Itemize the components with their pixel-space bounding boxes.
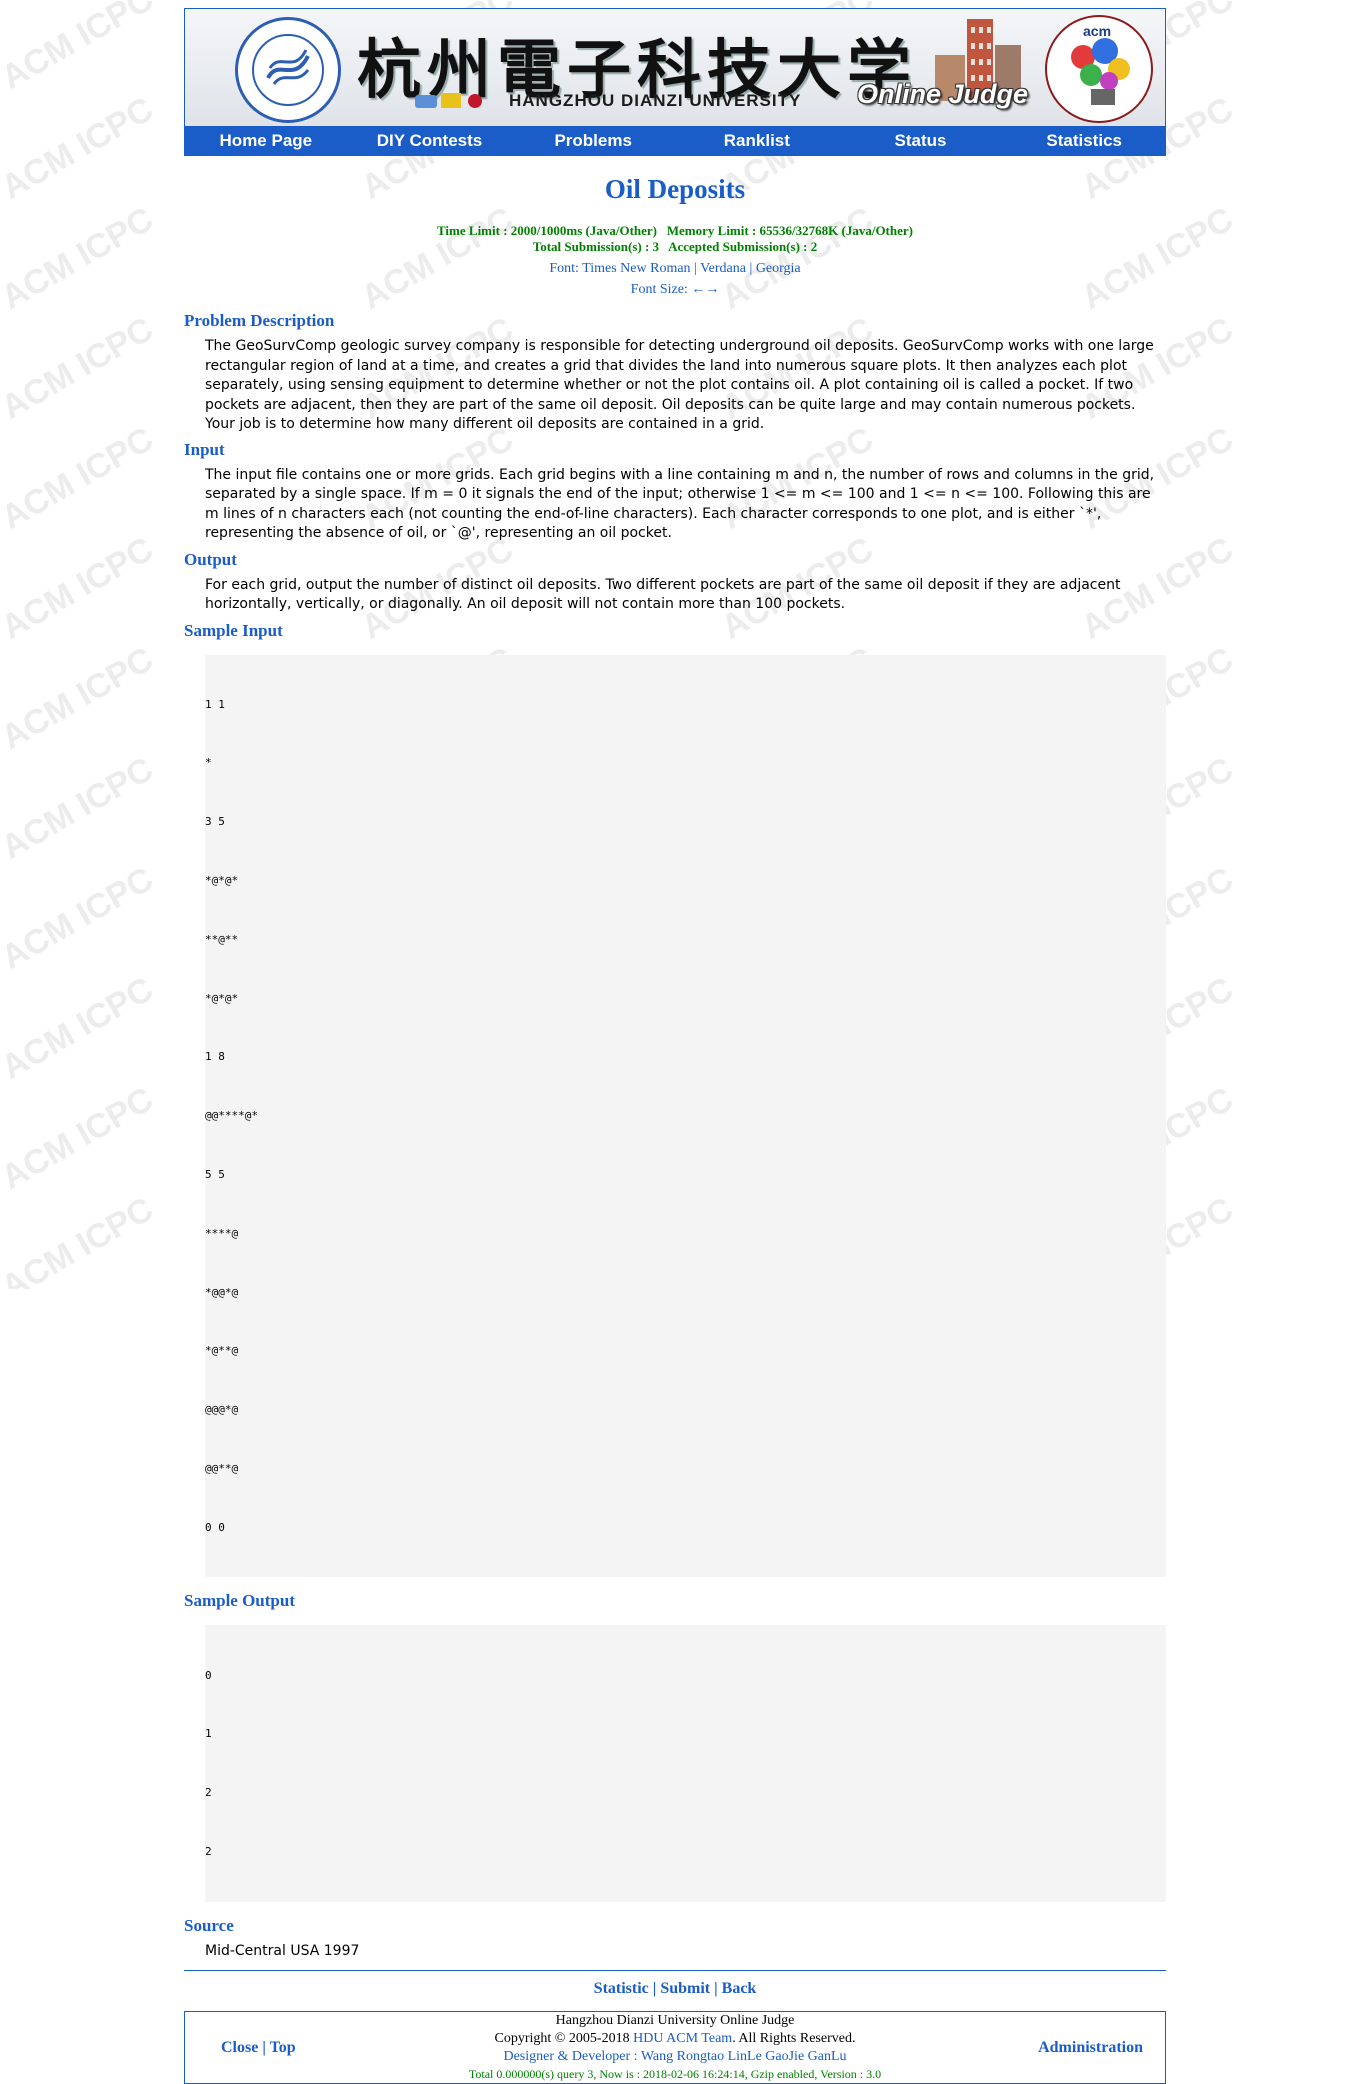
sample-input-line: 5 5	[205, 1167, 225, 1181]
university-english-name: HANGZHOU DIANZI UNIVERSITY	[509, 91, 802, 110]
footer-status: Total 0.000000(s) query 3, Now is : 2018…	[468, 2067, 882, 2082]
sample-output-line: 1	[205, 1727, 212, 1741]
content-divider	[184, 1970, 1166, 1972]
input-heading: Input	[184, 439, 225, 459]
nav-status[interactable]: Status	[839, 126, 1003, 156]
source-heading: Source	[184, 1915, 234, 1935]
watermark-text: ACM ICPC	[0, 860, 160, 977]
sample-input-heading: Sample Input	[184, 620, 283, 640]
acm-logo-text: acm	[1083, 23, 1112, 39]
submit-link[interactable]: Submit	[660, 1980, 710, 1997]
font-selector: Font: Times New Roman | Verdana | Georgi…	[549, 261, 801, 297]
problem-title: Oil Deposits	[604, 174, 746, 204]
online-judge-title: Online Judge	[857, 79, 1029, 109]
font-label: Font:	[549, 261, 579, 276]
nav-ranklist[interactable]: Ranklist	[675, 126, 839, 156]
limits-line-2: Total Submission(s) : 3 Accepted Submiss…	[532, 239, 818, 254]
statistic-link[interactable]: Statistic	[594, 1980, 649, 1997]
font-size-label: Font Size:	[630, 282, 688, 297]
footer-info: Hangzhou Dianzi University Online Judge …	[185, 2012, 1165, 2082]
footer-copyright: Copyright © 2005-2018 HDU ACM Team. All …	[185, 2030, 1165, 2048]
watermark-text: ACM ICPC	[0, 1190, 160, 1289]
font-size-decrease[interactable]: ←	[691, 282, 705, 297]
acm-icpc-logo-icon: acm	[1045, 15, 1153, 123]
back-link[interactable]: Back	[722, 1980, 757, 1997]
font-option-georgia[interactable]: Georgia	[756, 261, 801, 276]
page-container: 杭州電子科技大学 HANGZHOU DIANZI UNIVERSITY Onli…	[184, 8, 1166, 2084]
sample-output-block[interactable]: 0 1 2 2	[205, 1625, 1166, 1902]
output-text: For each grid, output the number of dist…	[205, 576, 1121, 613]
font-option-verdana[interactable]: Verdana	[700, 261, 746, 276]
sample-input-line: 1 1	[205, 697, 225, 711]
footer-site-name: Hangzhou Dianzi University Online Judge	[555, 2013, 795, 2029]
watermark-text: ACM ICPC	[0, 750, 160, 867]
sample-input-line: *	[205, 756, 212, 770]
site-banner: 杭州電子科技大学 HANGZHOU DIANZI UNIVERSITY Onli…	[184, 8, 1166, 126]
designer-label[interactable]: Designer & Developer :	[503, 2049, 640, 2064]
copyright-prefix: Copyright © 2005-2018	[494, 2031, 634, 2047]
sample-input-line: **@**	[205, 932, 239, 946]
font-size-increase[interactable]: →	[705, 282, 719, 297]
designer-names[interactable]: Wang Rongtao LinLe GaoJie GanLu	[641, 2049, 847, 2064]
main-nav: Home Page DIY Contests Problems Ranklist…	[184, 126, 1166, 156]
watermark-text: ACM ICPC	[0, 310, 160, 427]
sample-input-line: *@*@*	[205, 874, 239, 888]
source-text: Mid-Central USA 1997	[205, 1942, 360, 1959]
output-heading: Output	[184, 549, 237, 569]
sample-input-line: *@*@*	[205, 991, 239, 1005]
nav-home-page[interactable]: Home Page	[184, 126, 348, 156]
sample-output-line: 0	[205, 1668, 212, 1682]
sample-output-line: 2	[205, 1786, 212, 1800]
sample-input-line: ****@	[205, 1226, 239, 1240]
watermark-text: ACM ICPC	[0, 1080, 160, 1197]
watermark-text: ACM ICPC	[0, 420, 160, 537]
watermark-text: ACM ICPC	[0, 530, 160, 647]
watermark-text: ACM ICPC	[0, 0, 160, 97]
watermark-text: ACM ICPC	[0, 640, 160, 757]
watermark-text: ACM ICPC	[0, 200, 160, 317]
sample-input-line: 0 0	[205, 1520, 225, 1534]
description-heading: Problem Description	[184, 311, 335, 330]
decoration-icons	[415, 93, 482, 108]
nav-problems[interactable]: Problems	[511, 126, 675, 156]
sample-input-line: @@****@*	[205, 1109, 258, 1123]
nav-diy-contests[interactable]: DIY Contests	[348, 126, 512, 156]
limits-line-1: Time Limit : 2000/1000ms (Java/Other) Me…	[437, 223, 913, 238]
problem-actions: Statistic | Submit | Back	[184, 1980, 1166, 1998]
university-seal-icon	[235, 17, 341, 123]
link-separator: |	[714, 1980, 718, 1998]
problem-limits: Time Limit : 2000/1000ms (Java/Other) Me…	[184, 223, 1166, 255]
sample-output-heading: Sample Output	[184, 1591, 295, 1611]
font-option-times[interactable]: Times New Roman	[582, 261, 690, 276]
site-footer: Close | Top Hangzhou Dianzi University O…	[184, 2011, 1166, 2084]
sample-input-line: 1 8	[205, 1050, 225, 1064]
sample-input-line: @@@*@	[205, 1403, 239, 1417]
input-text: The input file contains one or more grid…	[205, 466, 1155, 542]
sample-input-line: *@@*@	[205, 1285, 239, 1299]
nav-statistics[interactable]: Statistics	[1002, 126, 1166, 156]
sample-output-line: 2	[205, 1844, 212, 1858]
watermark-text: ACM ICPC	[0, 90, 160, 207]
sample-input-line: @@**@	[205, 1461, 239, 1475]
link-separator: |	[652, 1980, 657, 1998]
hdu-acm-team-link[interactable]: HDU ACM Team	[633, 2031, 732, 2046]
footer-designers: Designer & Developer : Wang Rongtao LinL…	[185, 2048, 1165, 2066]
administration-link[interactable]: Administration	[1038, 2039, 1143, 2057]
sample-input-line: 3 5	[205, 815, 225, 829]
sample-input-block[interactable]: 1 1 * 3 5 *@*@* **@** *@*@* 1 8 @@****@*…	[205, 654, 1166, 1578]
description-text: The GeoSurvComp geologic survey company …	[205, 338, 1154, 432]
sample-input-line: *@**@	[205, 1344, 239, 1358]
copyright-suffix: . All Rights Reserved.	[732, 2031, 856, 2047]
watermark-text: ACM ICPC	[0, 970, 160, 1087]
